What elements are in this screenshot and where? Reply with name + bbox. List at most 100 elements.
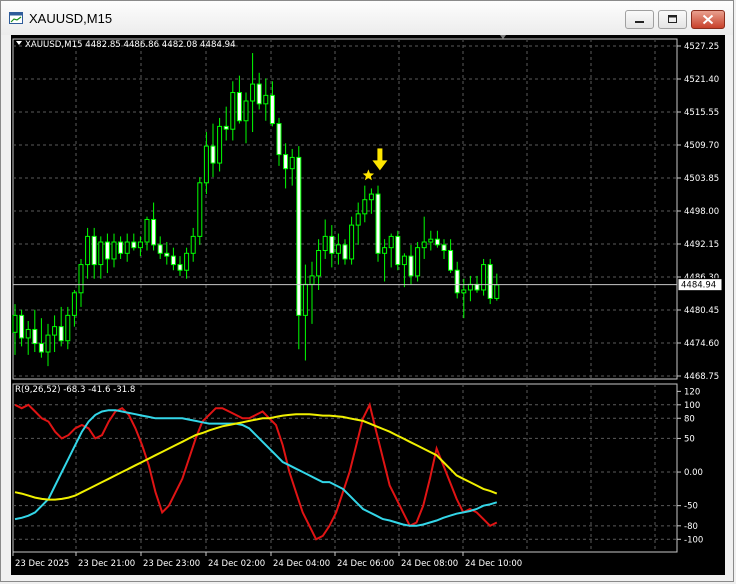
candle-body [58, 326, 64, 342]
candle-body [164, 252, 170, 257]
candle-body [236, 92, 242, 122]
candle-body [137, 241, 143, 249]
candle-body [408, 255, 414, 277]
candle-body [104, 241, 110, 260]
time-tick-label: 23 Dec 21:00 [78, 559, 135, 569]
candle-body [45, 334, 51, 353]
chart-window-icon [9, 12, 23, 24]
candle-body [329, 235, 335, 254]
time-tick-label: 24 Dec 08:00 [401, 559, 458, 569]
price-tick-label: 4515.55 [684, 108, 719, 118]
price-tick-label: 4468.75 [684, 372, 719, 382]
close-icon [702, 14, 714, 25]
candle-body [52, 326, 58, 336]
chart-menu-triangle-icon[interactable] [16, 41, 22, 45]
chart-area[interactable]: 4527.25 4521.40 4515.55 4509.70 4503.85 4498.… [11, 35, 725, 575]
window-title: XAUUSD,M15 [29, 11, 113, 26]
time-tick-label: 24 Dec 04:00 [273, 559, 330, 569]
candle-body [243, 100, 249, 122]
time-tick-label: 24 Dec 06:00 [337, 559, 394, 569]
candle-body [217, 125, 223, 164]
price-tick-label: 4503.85 [684, 174, 719, 184]
candle-body [111, 241, 117, 260]
minimize-icon [635, 21, 644, 23]
indicator-header: R(9,26,52) -68.3 -41.6 -31.8 [15, 385, 135, 395]
price-tick-label: 4474.60 [684, 339, 719, 349]
candle-body [177, 264, 183, 271]
title-bar[interactable]: XAUUSD,M15 [1, 1, 733, 35]
candle-body [71, 292, 77, 316]
time-tick-label: 23 Dec 2025 [15, 559, 69, 569]
candle-body [151, 218, 157, 246]
candle-body [441, 244, 447, 251]
candle-body [38, 343, 44, 353]
price-tick-label: 4527.25 [684, 42, 719, 52]
candle-body [494, 284, 500, 299]
candle-body [230, 92, 236, 130]
candle-body [256, 83, 262, 105]
price-tick-label: 4509.70 [684, 141, 719, 151]
candle-body [428, 238, 434, 243]
close-button[interactable] [691, 10, 725, 29]
candle-body [170, 255, 176, 266]
candle-body [124, 241, 130, 254]
chart-window: XAUUSD,M15 4527.25 4521.40 4515.55 4509.70 4… [0, 0, 734, 582]
maximize-icon [668, 15, 677, 23]
candle-body [223, 125, 229, 130]
candle-body [250, 83, 256, 102]
time-tick-label: 24 Dec 02:00 [208, 559, 265, 569]
candle-body [395, 235, 401, 266]
candle-body [283, 154, 289, 170]
candle-body [421, 241, 427, 249]
maximize-button[interactable] [658, 10, 687, 29]
candle-body [197, 182, 203, 237]
candle-body [474, 283, 480, 291]
candle-body [12, 314, 18, 333]
candle-body [184, 252, 190, 271]
indicator-tick-label: -80 [684, 522, 698, 532]
candle-body [302, 283, 308, 316]
price-tick-label: 4521.40 [684, 75, 719, 85]
indicator-tick-label: 120 [684, 387, 700, 397]
time-tick-label: 24 Dec 10:00 [465, 559, 522, 569]
candle-body [368, 193, 374, 201]
minimize-button[interactable] [625, 10, 654, 29]
candle-body [210, 145, 216, 164]
candle-body [157, 244, 163, 254]
candle-body [32, 328, 38, 345]
chart-shift-marker-icon[interactable] [500, 35, 506, 39]
candle-body [448, 249, 454, 271]
chart-symbol-header: XAUUSD,M15 4482.85 4486.86 4482.08 4484.… [25, 40, 236, 50]
indicator-tick-label: -50 [684, 502, 698, 512]
candle-body [467, 283, 473, 291]
candle-body [355, 213, 361, 226]
candle-body [322, 235, 328, 251]
candle-body [401, 255, 407, 266]
candle-body [382, 247, 388, 254]
candle-body [131, 241, 137, 249]
candle-body [190, 235, 196, 254]
candle-body [263, 94, 269, 105]
candle-body [375, 193, 381, 254]
price-tick-label: 4480.45 [684, 306, 719, 316]
candle-body [269, 94, 275, 125]
candle-body [362, 199, 368, 215]
time-tick-label: 23 Dec 23:00 [143, 559, 200, 569]
indicator-tick-label: -100 [684, 535, 703, 545]
indicator-tick-label: 50 [684, 434, 695, 444]
down-arrow-icon [372, 148, 388, 171]
price-tick-label: 4492.15 [684, 240, 719, 250]
candle-body [434, 238, 440, 246]
candle-body [98, 241, 104, 266]
price-chart[interactable]: 4527.25 4521.40 4515.55 4509.70 4503.85 4498.… [11, 35, 725, 575]
candle-body [78, 264, 84, 294]
candle-body [289, 156, 295, 170]
candle-body [481, 264, 487, 291]
candle-body [309, 275, 315, 285]
indicator-tick-label: 80 [684, 414, 695, 424]
star-icon [362, 169, 375, 181]
candle-body [276, 123, 282, 156]
candle-body [388, 235, 394, 249]
candle-body [203, 145, 209, 184]
candle-body [25, 328, 31, 339]
